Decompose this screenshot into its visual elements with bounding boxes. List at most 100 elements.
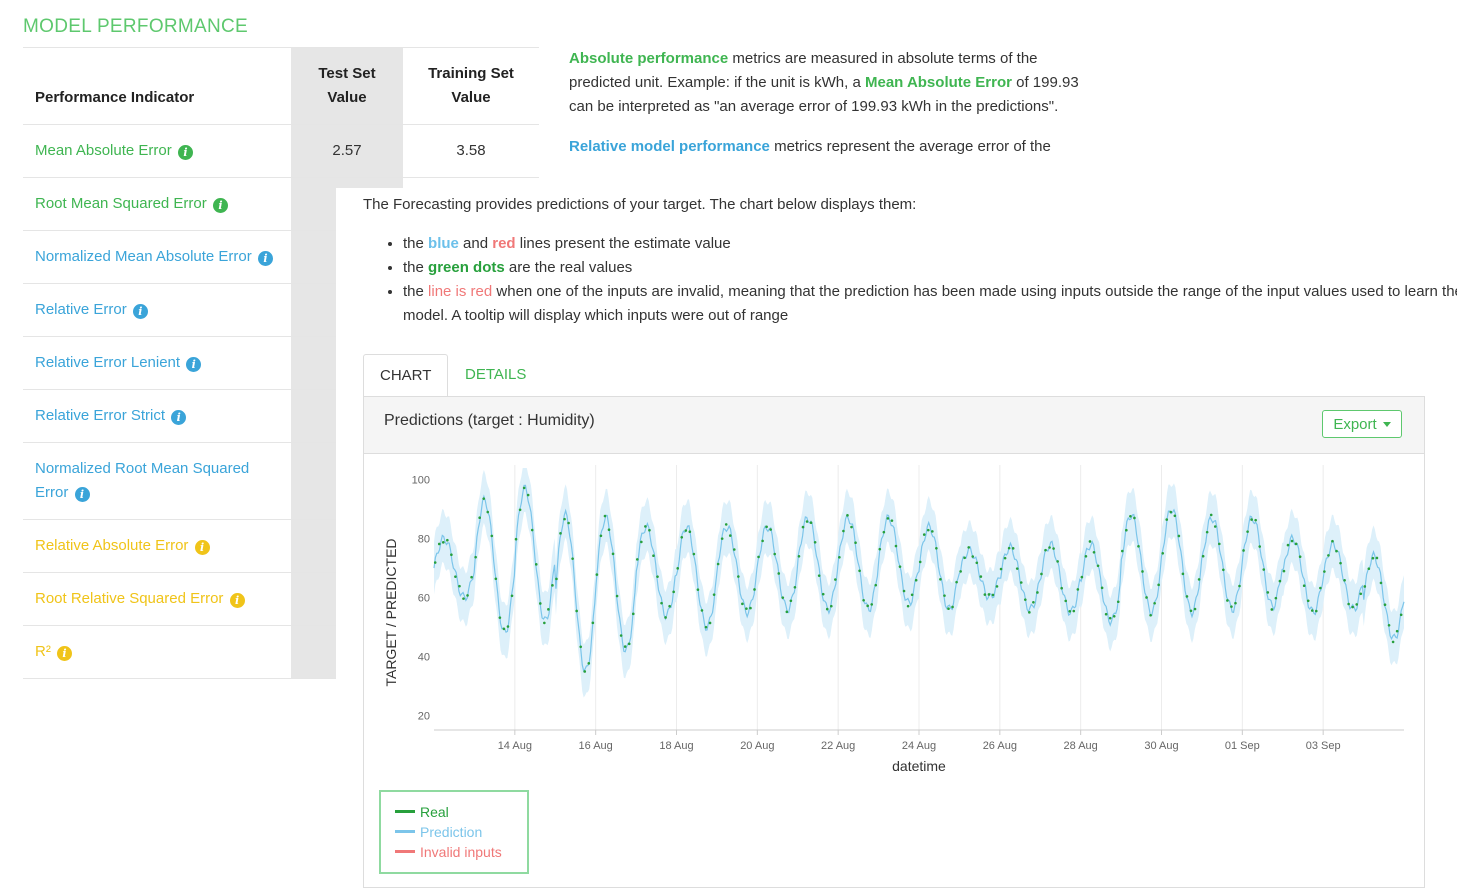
real-point [587, 662, 591, 665]
real-point [482, 497, 486, 500]
info-icon[interactable]: i [186, 357, 202, 372]
indicator-label[interactable]: Root Relative Squared Error [35, 590, 223, 607]
real-point [1193, 607, 1197, 611]
indicator-label[interactable]: Root Mean Squared Error [35, 195, 207, 212]
y-axis-title: TARGET / PREDICTED [383, 538, 399, 686]
real-point [854, 541, 857, 545]
real-point [801, 525, 805, 529]
real-point [664, 616, 667, 619]
real-point [817, 574, 821, 577]
real-point [1108, 616, 1112, 620]
x-tick-label: 26 Aug [983, 740, 1017, 752]
real-point [1213, 525, 1217, 528]
real-point [1387, 623, 1391, 627]
real-point [1254, 518, 1257, 522]
tab-chart[interactable]: CHART [363, 354, 449, 397]
info-icon[interactable]: i [57, 646, 72, 661]
real-point [1145, 596, 1148, 599]
info-icon[interactable]: i [229, 593, 245, 608]
real-point [1080, 575, 1084, 579]
legend-prediction[interactable]: Prediction [395, 822, 482, 842]
x-axis-title: datetime [892, 758, 946, 774]
y-tick-label: 80 [418, 534, 430, 546]
real-point [1250, 518, 1253, 521]
y-tick-label: 60 [418, 593, 430, 605]
training-value: 3.58 [403, 124, 539, 178]
prediction-chart: 14 Aug 16 Aug 18 Aug 20 Aug 22 Aug 24 Aug 26 A… [383, 465, 1405, 774]
real-point [850, 525, 853, 529]
real-point [890, 519, 894, 522]
real-point [975, 561, 979, 565]
info-icon[interactable]: i [132, 304, 148, 319]
real-point [947, 607, 950, 611]
indicator-label[interactable]: Normalized Mean Absolute Error [35, 248, 252, 265]
real-point [1185, 595, 1189, 598]
real-point [538, 602, 542, 605]
real-point [1120, 549, 1124, 553]
real-point [551, 584, 554, 587]
real-point [1306, 599, 1310, 603]
indicator-label[interactable]: Normalized Root Mean Squared Error [35, 460, 249, 501]
real-point [773, 552, 777, 556]
real-point [656, 575, 659, 578]
indicator-label[interactable]: Relative Absolute Error [35, 537, 188, 554]
real-point [1323, 570, 1326, 573]
real-point [1019, 581, 1023, 584]
real-point [652, 554, 655, 558]
real-point [761, 539, 764, 543]
table-row: Mean Absolute Error i 2.57 3.58 [23, 124, 539, 178]
real-point [518, 508, 522, 512]
info-icon[interactable]: i [212, 198, 228, 213]
info-icon[interactable]: i [257, 251, 273, 266]
legend-real[interactable]: Real [395, 802, 449, 822]
real-point [838, 555, 841, 559]
test-value: 2.57 [291, 124, 403, 178]
indicator-label[interactable]: Relative Error Lenient [35, 354, 180, 371]
real-point [595, 573, 599, 576]
legend-invalid-inputs[interactable]: Invalid inputs [395, 842, 502, 862]
real-point [1205, 530, 1209, 534]
indicator-label[interactable]: Relative Error [35, 301, 127, 318]
indicator-label[interactable]: Relative Error Strict [35, 407, 165, 424]
real-point [648, 528, 651, 532]
real-point [1112, 614, 1116, 618]
real-point [1064, 599, 1068, 603]
real-point [781, 596, 785, 599]
real-point [1339, 561, 1342, 565]
info-icon[interactable]: i [74, 487, 90, 502]
real-point [446, 538, 449, 542]
real-point [1116, 600, 1120, 604]
info-icon[interactable]: i [194, 540, 210, 555]
indicator-cell: Root Mean Squared Error i [23, 177, 291, 231]
real-point [530, 528, 534, 532]
real-point [749, 606, 752, 610]
indicator-label[interactable]: R² [35, 643, 51, 660]
indicator-label[interactable]: Mean Absolute Error [35, 142, 172, 159]
real-point [510, 594, 514, 598]
real-point [672, 590, 675, 594]
real-point [720, 537, 724, 540]
real-point [441, 541, 445, 544]
real-point [943, 594, 946, 597]
x-tick-label: 20 Aug [740, 740, 774, 752]
real-point [1072, 609, 1076, 613]
real-point [684, 529, 688, 532]
header-test-set: Test Set Value [291, 47, 403, 125]
real-point [433, 561, 437, 564]
real-point [1294, 542, 1298, 546]
chart-title: Predictions (target : Humidity) [384, 412, 595, 429]
tab-details[interactable]: DETAILS [449, 354, 542, 395]
x-tick-label: 28 Aug [1064, 740, 1098, 752]
info-icon[interactable]: i [177, 145, 193, 160]
real-point [926, 528, 930, 532]
real-point [575, 609, 578, 613]
info-icon[interactable]: i [171, 410, 187, 425]
real-point [1173, 514, 1177, 518]
export-button[interactable]: Export [1322, 410, 1402, 438]
real-point [1181, 572, 1185, 576]
real-point [1383, 603, 1387, 607]
real-point [805, 520, 809, 523]
real-point [534, 563, 538, 566]
real-point [1084, 554, 1088, 558]
real-point [1310, 609, 1314, 612]
